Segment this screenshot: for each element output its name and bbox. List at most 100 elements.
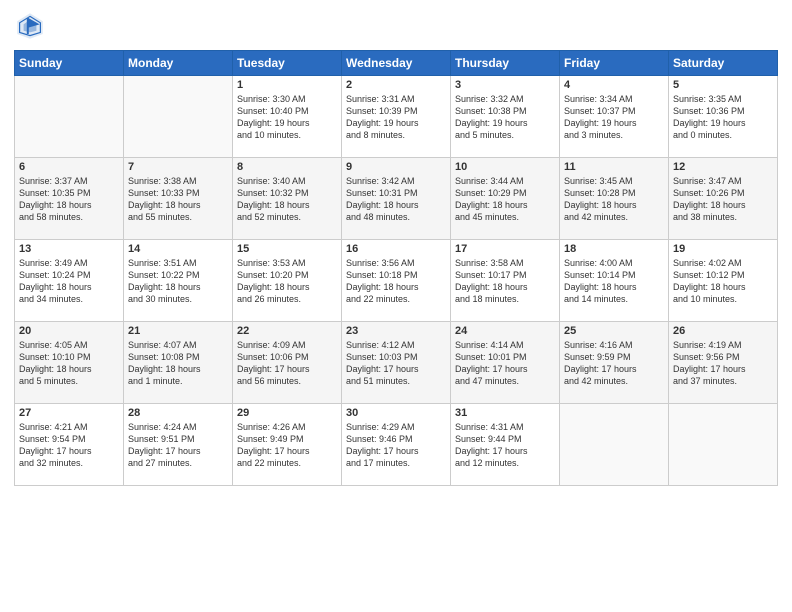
- weekday-header-sunday: Sunday: [15, 51, 124, 76]
- calendar-cell: 5 Sunrise: 3:35 AMSunset: 10:36 PMDayligh…: [669, 76, 778, 158]
- day-number: 30: [346, 407, 446, 419]
- day-info: Sunrise: 4:07 AMSunset: 10:08 PMDaylight…: [128, 339, 228, 388]
- day-number: 17: [455, 243, 555, 255]
- calendar-cell: 2 Sunrise: 3:31 AMSunset: 10:39 PMDayligh…: [342, 76, 451, 158]
- weekday-header-saturday: Saturday: [669, 51, 778, 76]
- calendar-cell: 24 Sunrise: 4:14 AMSunset: 10:01 PMDaylig…: [451, 322, 560, 404]
- calendar-cell: 28 Sunrise: 4:24 AMSunset: 9:51 PMDayligh…: [124, 404, 233, 486]
- day-info: Sunrise: 3:49 AMSunset: 10:24 PMDaylight…: [19, 257, 119, 306]
- day-number: 23: [346, 325, 446, 337]
- day-info: Sunrise: 3:32 AMSunset: 10:38 PMDaylight…: [455, 93, 555, 142]
- calendar-cell: 30 Sunrise: 4:29 AMSunset: 9:46 PMDayligh…: [342, 404, 451, 486]
- day-info: Sunrise: 3:31 AMSunset: 10:39 PMDaylight…: [346, 93, 446, 142]
- day-info: Sunrise: 4:31 AMSunset: 9:44 PMDaylight:…: [455, 421, 555, 470]
- calendar-cell: 14Sunrise: 3:51 AMSunset: 10:22 PMDaylig…: [124, 240, 233, 322]
- weekday-header-row: SundayMondayTuesdayWednesdayThursdayFrid…: [15, 51, 778, 76]
- day-info: Sunrise: 4:12 AMSunset: 10:03 PMDaylight…: [346, 339, 446, 388]
- day-number: 25: [564, 325, 664, 337]
- day-number: 18: [564, 243, 664, 255]
- day-info: Sunrise: 4:16 AMSunset: 9:59 PMDaylight:…: [564, 339, 664, 388]
- weekday-header-wednesday: Wednesday: [342, 51, 451, 76]
- calendar-cell: [15, 76, 124, 158]
- day-number: 8: [237, 161, 337, 173]
- calendar-cell: 13 Sunrise: 3:49 AMSunset: 10:24 PMDaylig…: [15, 240, 124, 322]
- calendar-cell: 4 Sunrise: 3:34 AMSunset: 10:37 PMDayligh…: [560, 76, 669, 158]
- day-number: 4: [564, 79, 664, 91]
- day-info: Sunrise: 3:38 AMSunset: 10:33 PMDaylight…: [128, 175, 228, 224]
- day-info: Sunrise: 3:37 AMSunset: 10:35 PMDaylight…: [19, 175, 119, 224]
- day-number: 24: [455, 325, 555, 337]
- calendar-cell: 1 Sunrise: 3:30 AMSunset: 10:40 PMDayligh…: [233, 76, 342, 158]
- week-row-2: 6 Sunrise: 3:37 AMSunset: 10:35 PMDayligh…: [15, 158, 778, 240]
- day-number: 19: [673, 243, 773, 255]
- calendar-cell: 18 Sunrise: 4:00 AMSunset: 10:14 PMDaylig…: [560, 240, 669, 322]
- calendar-cell: 15 Sunrise: 3:53 AMSunset: 10:20 PMDaylig…: [233, 240, 342, 322]
- page: SundayMondayTuesdayWednesdayThursdayFrid…: [0, 0, 792, 612]
- day-info: Sunrise: 4:14 AMSunset: 10:01 PMDaylight…: [455, 339, 555, 388]
- day-info: Sunrise: 3:47 AMSunset: 10:26 PMDaylight…: [673, 175, 773, 224]
- calendar-cell: 26 Sunrise: 4:19 AMSunset: 9:56 PMDayligh…: [669, 322, 778, 404]
- day-info: Sunrise: 3:56 AMSunset: 10:18 PMDaylight…: [346, 257, 446, 306]
- day-number: 20: [19, 325, 119, 337]
- calendar-cell: [560, 404, 669, 486]
- calendar-cell: 7Sunrise: 3:38 AMSunset: 10:33 PMDayligh…: [124, 158, 233, 240]
- weekday-header-friday: Friday: [560, 51, 669, 76]
- day-number: 11: [564, 161, 664, 173]
- day-info: Sunrise: 3:53 AMSunset: 10:20 PMDaylight…: [237, 257, 337, 306]
- day-info: Sunrise: 3:40 AMSunset: 10:32 PMDaylight…: [237, 175, 337, 224]
- day-number: 13: [19, 243, 119, 255]
- calendar-cell: 23 Sunrise: 4:12 AMSunset: 10:03 PMDaylig…: [342, 322, 451, 404]
- day-number: 15: [237, 243, 337, 255]
- day-info: Sunrise: 3:35 AMSunset: 10:36 PMDaylight…: [673, 93, 773, 142]
- calendar-cell: 20 Sunrise: 4:05 AMSunset: 10:10 PMDaylig…: [15, 322, 124, 404]
- day-info: Sunrise: 3:45 AMSunset: 10:28 PMDaylight…: [564, 175, 664, 224]
- day-number: 1: [237, 79, 337, 91]
- day-number: 21: [128, 325, 228, 337]
- day-info: Sunrise: 3:34 AMSunset: 10:37 PMDaylight…: [564, 93, 664, 142]
- calendar-cell: 17Sunrise: 3:58 AMSunset: 10:17 PMDaylig…: [451, 240, 560, 322]
- calendar-cell: 10Sunrise: 3:44 AMSunset: 10:29 PMDaylig…: [451, 158, 560, 240]
- calendar-cell: 9Sunrise: 3:42 AMSunset: 10:31 PMDayligh…: [342, 158, 451, 240]
- day-number: 31: [455, 407, 555, 419]
- day-number: 2: [346, 79, 446, 91]
- day-info: Sunrise: 4:00 AMSunset: 10:14 PMDaylight…: [564, 257, 664, 306]
- day-number: 6: [19, 161, 119, 173]
- logo: [14, 10, 50, 42]
- day-number: 5: [673, 79, 773, 91]
- day-number: 28: [128, 407, 228, 419]
- week-row-4: 20 Sunrise: 4:05 AMSunset: 10:10 PMDaylig…: [15, 322, 778, 404]
- week-row-3: 13 Sunrise: 3:49 AMSunset: 10:24 PMDaylig…: [15, 240, 778, 322]
- calendar-cell: 11 Sunrise: 3:45 AMSunset: 10:28 PMDaylig…: [560, 158, 669, 240]
- weekday-header-tuesday: Tuesday: [233, 51, 342, 76]
- calendar-cell: 12Sunrise: 3:47 AMSunset: 10:26 PMDaylig…: [669, 158, 778, 240]
- day-number: 14: [128, 243, 228, 255]
- day-number: 26: [673, 325, 773, 337]
- calendar-cell: [124, 76, 233, 158]
- day-info: Sunrise: 4:21 AMSunset: 9:54 PMDaylight:…: [19, 421, 119, 470]
- logo-icon: [14, 10, 46, 42]
- week-row-5: 27 Sunrise: 4:21 AMSunset: 9:54 PMDayligh…: [15, 404, 778, 486]
- day-info: Sunrise: 4:24 AMSunset: 9:51 PMDaylight:…: [128, 421, 228, 470]
- day-number: 10: [455, 161, 555, 173]
- calendar-cell: 6 Sunrise: 3:37 AMSunset: 10:35 PMDayligh…: [15, 158, 124, 240]
- day-info: Sunrise: 4:26 AMSunset: 9:49 PMDaylight:…: [237, 421, 337, 470]
- day-info: Sunrise: 4:19 AMSunset: 9:56 PMDaylight:…: [673, 339, 773, 388]
- day-number: 27: [19, 407, 119, 419]
- calendar-cell: 25 Sunrise: 4:16 AMSunset: 9:59 PMDayligh…: [560, 322, 669, 404]
- day-info: Sunrise: 3:30 AMSunset: 10:40 PMDaylight…: [237, 93, 337, 142]
- day-info: Sunrise: 4:02 AMSunset: 10:12 PMDaylight…: [673, 257, 773, 306]
- day-number: 9: [346, 161, 446, 173]
- day-number: 29: [237, 407, 337, 419]
- header: [14, 10, 778, 42]
- week-row-1: 1 Sunrise: 3:30 AMSunset: 10:40 PMDayligh…: [15, 76, 778, 158]
- day-info: Sunrise: 4:05 AMSunset: 10:10 PMDaylight…: [19, 339, 119, 388]
- calendar-cell: 8 Sunrise: 3:40 AMSunset: 10:32 PMDayligh…: [233, 158, 342, 240]
- calendar-cell: 21 Sunrise: 4:07 AMSunset: 10:08 PMDaylig…: [124, 322, 233, 404]
- calendar-cell: 22Sunrise: 4:09 AMSunset: 10:06 PMDaylig…: [233, 322, 342, 404]
- calendar-cell: 16Sunrise: 3:56 AMSunset: 10:18 PMDaylig…: [342, 240, 451, 322]
- calendar-cell: 29 Sunrise: 4:26 AMSunset: 9:49 PMDayligh…: [233, 404, 342, 486]
- calendar-table: SundayMondayTuesdayWednesdayThursdayFrid…: [14, 50, 778, 486]
- day-number: 22: [237, 325, 337, 337]
- day-info: Sunrise: 4:29 AMSunset: 9:46 PMDaylight:…: [346, 421, 446, 470]
- calendar-cell: 31 Sunrise: 4:31 AMSunset: 9:44 PMDayligh…: [451, 404, 560, 486]
